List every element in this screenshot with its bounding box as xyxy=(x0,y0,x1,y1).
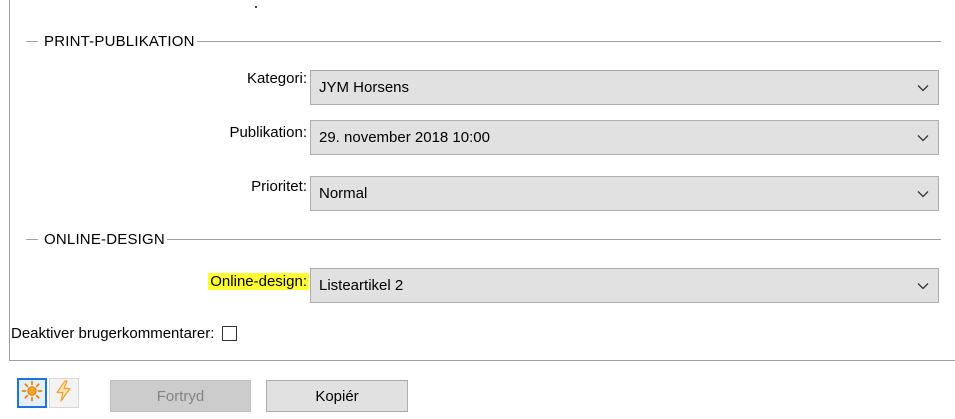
stray-dot xyxy=(255,6,257,8)
divider xyxy=(196,40,941,42)
online-design-dropdown[interactable]: Listeartikel 2 xyxy=(310,268,939,303)
publication-value: 29. november 2018 10:00 xyxy=(319,129,490,146)
divider xyxy=(166,238,941,240)
chevron-down-icon xyxy=(908,84,938,92)
online-group-header: ONLINE-DESIGN xyxy=(26,229,941,249)
chevron-down-icon xyxy=(908,134,938,142)
online-group-title: ONLINE-DESIGN xyxy=(44,230,165,248)
divider xyxy=(26,40,38,42)
lightning-icon xyxy=(54,380,74,406)
disable-comments-label: Deaktiver brugerkommentarer: xyxy=(11,325,215,342)
disable-comments-checkbox[interactable] xyxy=(222,326,238,341)
chevron-down-icon xyxy=(908,282,938,290)
priority-label: Prioritet: xyxy=(251,178,307,195)
online-design-value: Listeartikel 2 xyxy=(319,277,404,294)
print-group-title: PRINT-PUBLIKATION xyxy=(44,32,195,50)
copy-button[interactable]: Kopiér xyxy=(266,380,408,412)
category-label: Kategori: xyxy=(246,70,307,87)
divider xyxy=(26,238,38,240)
priority-dropdown[interactable]: Normal xyxy=(310,176,939,211)
publication-label: Publikation: xyxy=(229,124,307,141)
priority-value: Normal xyxy=(319,185,368,202)
sun-icon xyxy=(21,380,43,406)
category-dropdown[interactable]: JYM Horsens xyxy=(310,70,939,105)
disable-comments-row: Deaktiver brugerkommentarer: xyxy=(11,325,238,342)
online-design-label: Online-design: xyxy=(208,273,309,290)
print-group-header: PRINT-PUBLIKATION xyxy=(26,31,941,51)
undo-button[interactable]: Fortryd xyxy=(110,380,251,412)
sun-button[interactable] xyxy=(17,378,47,408)
lightning-button[interactable] xyxy=(49,378,79,408)
chevron-down-icon xyxy=(908,190,938,198)
settings-panel: PRINT-PUBLIKATION Kategori: JYM Horsens … xyxy=(9,0,955,361)
publication-dropdown[interactable]: 29. november 2018 10:00 xyxy=(310,120,939,155)
category-value: JYM Horsens xyxy=(319,79,410,96)
